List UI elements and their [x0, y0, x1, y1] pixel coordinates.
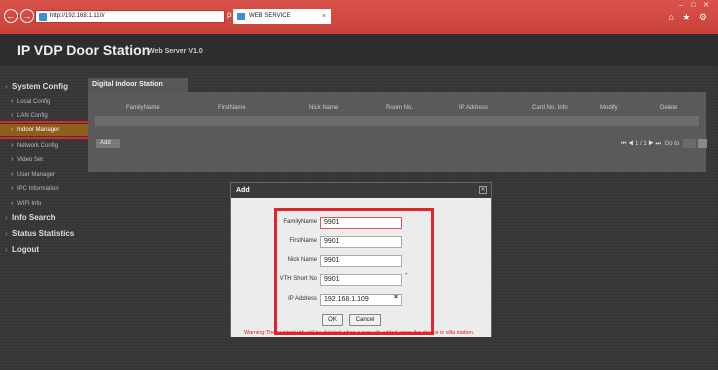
window-controls[interactable]: – □ ✕ [679, 1, 712, 9]
column-header: Card No. Info [532, 105, 568, 111]
sidebar-item-info-search[interactable]: Info Search [0, 212, 88, 224]
column-header: Room No. [386, 105, 414, 111]
tab-favicon-icon [237, 13, 245, 20]
browser-toolbar: ← → http://192.168.1.110/ ρ ▾ ↻ WEB SERV… [0, 0, 718, 34]
pager-arrows[interactable]: ⏮ ◀ 1 / 1 ▶ ⏭ [621, 141, 661, 147]
add-dialog: Add ✕ FamilyName 9901 FirstName 9901 Nic… [230, 182, 492, 337]
add-button[interactable]: Add [95, 138, 121, 149]
vth-short-no-row: VTH Short No 9901 * [231, 273, 493, 286]
sidebar-item-lan-config[interactable]: LAN Config [0, 110, 88, 122]
app-title: IP VDP Door Station [17, 42, 151, 58]
nick-name-field[interactable]: 9901 [320, 255, 402, 267]
ip-address-row: IP Address 192.168.1.109 × [231, 294, 493, 306]
address-bar[interactable]: http://192.168.1.110/ [35, 10, 225, 23]
clear-icon[interactable]: × [394, 294, 398, 301]
column-header: IP Address [459, 105, 488, 111]
column-header: Modify [600, 105, 618, 111]
family-name-field[interactable]: 9901 [320, 217, 402, 229]
first-name-field[interactable]: 9901 [320, 236, 402, 248]
column-header: Nick Name [309, 105, 339, 111]
sidebar-item-ipc-information[interactable]: IPC Information [0, 183, 88, 195]
ip-address-field[interactable]: 192.168.1.109 [320, 294, 402, 306]
table-header: FamilyName FirstName Nick Name Room No. … [95, 105, 699, 114]
ok-button[interactable]: OK [322, 314, 343, 326]
family-name-label: FamilyName [283, 219, 317, 225]
warning-text: Warning:The existent vth will be deleted… [244, 330, 475, 336]
browser-tab[interactable]: WEB SERVICE × [233, 9, 331, 24]
sidebar-item-indoor-manager[interactable]: Indoor Manager [0, 121, 91, 139]
back-button[interactable]: ← [4, 9, 18, 23]
pagination: ⏮ ◀ 1 / 1 ▶ ⏭ Go to [621, 139, 707, 148]
goto-label: Go to [664, 141, 680, 148]
column-header: Delete [660, 105, 678, 111]
column-header: FamilyName [126, 105, 160, 111]
first-name-label: FirstName [289, 238, 317, 244]
ip-address-label: IP Address [288, 296, 317, 302]
tab-title: WEB SERVICE [249, 13, 291, 19]
sidebar-item-wifi-info[interactable]: WIFI Info [0, 198, 88, 210]
required-mark: * [405, 273, 408, 279]
dialog-body: FamilyName 9901 FirstName 9901 Nick Name… [231, 198, 491, 337]
app-subtitle: Web Server V1.0 [148, 48, 203, 55]
column-header: FirstName [218, 105, 246, 111]
sidebar-item-network-config[interactable]: Network Config [0, 140, 88, 152]
forward-button[interactable]: → [20, 9, 34, 23]
goto-page-button[interactable] [697, 139, 707, 148]
dialog-title: Add [231, 183, 491, 198]
tab-digital-indoor-station-manager[interactable]: Digital Indoor Station Manager [88, 78, 188, 102]
app-header: IP VDP Door Station Web Server V1.0 [0, 34, 718, 66]
family-name-row: FamilyName 9901 [231, 217, 493, 229]
content-panel: FamilyName FirstName Nick Name Room No. … [88, 92, 707, 172]
address-url: http://192.168.1.110/ [50, 13, 105, 19]
vth-short-no-field[interactable]: 9901 [320, 274, 402, 286]
sidebar-item-user-manager[interactable]: User Manager [0, 169, 88, 181]
favicon-icon [39, 13, 47, 21]
sidebar-item-video-set[interactable]: Video Set [0, 154, 88, 166]
nick-name-label: Nick Name [287, 257, 317, 263]
nick-name-row: Nick Name 9901 [231, 255, 493, 267]
goto-page-input[interactable] [682, 139, 696, 148]
sidebar-item-local-config[interactable]: Local Config [0, 96, 88, 108]
sidebar-item-status-statistics[interactable]: Status Statistics [0, 228, 88, 240]
table-empty-row [95, 116, 699, 126]
browser-tools[interactable]: ⌂ ★ ⚙ [668, 12, 710, 23]
vth-short-no-label: VTH Short No [279, 276, 317, 282]
cancel-button[interactable]: Cancel [349, 314, 381, 326]
dialog-close-icon[interactable]: ✕ [479, 186, 487, 194]
sidebar-item-logout[interactable]: Logout [0, 244, 88, 256]
first-name-row: FirstName 9901 [231, 236, 493, 248]
sidebar-item-system-config[interactable]: System Config [0, 81, 88, 93]
tab-close-icon[interactable]: × [322, 9, 326, 24]
